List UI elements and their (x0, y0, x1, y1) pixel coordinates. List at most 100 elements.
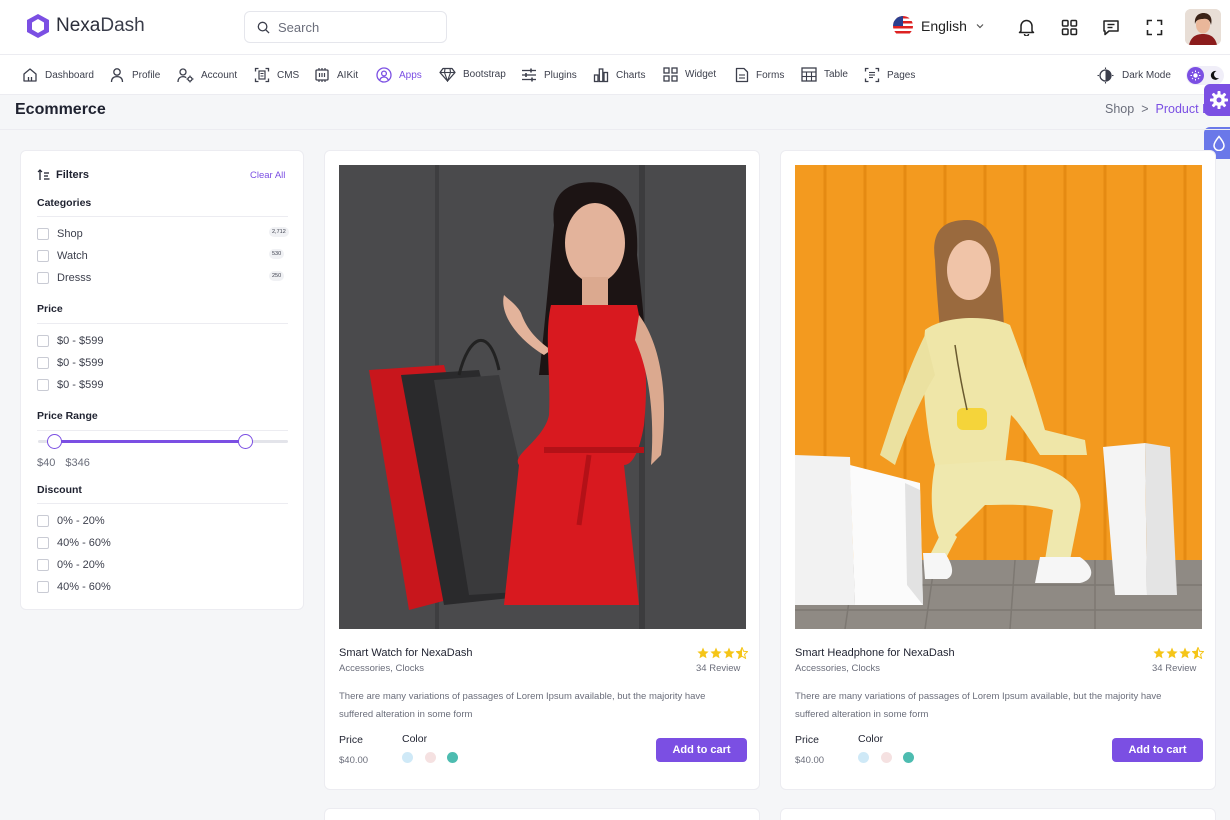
nav-forms[interactable]: Forms (735, 67, 784, 83)
discount-option[interactable]: 0% - 20% (37, 559, 105, 571)
discount-option[interactable]: 40% - 60% (37, 537, 111, 549)
product-image[interactable] (795, 165, 1202, 629)
category-option-shop[interactable]: Shop (37, 228, 83, 240)
price-range-heading: Price Range (37, 410, 98, 422)
bell-icon (1018, 19, 1034, 36)
price-option[interactable]: $0 - $599 (37, 335, 103, 347)
nav-dashboard[interactable]: Dashboard (22, 67, 94, 83)
checkbox[interactable] (37, 272, 49, 284)
range-max-value: $346 (65, 457, 90, 469)
moon-icon (1210, 70, 1219, 80)
checkbox[interactable] (37, 537, 49, 549)
checkbox[interactable] (37, 357, 49, 369)
nav-apps[interactable]: Apps (376, 67, 422, 83)
message-icon (1103, 19, 1119, 35)
price-range-max-handle[interactable] (238, 434, 253, 449)
price-option[interactable]: $0 - $599 (37, 357, 103, 369)
grid-icon (663, 67, 678, 82)
nav-cms[interactable]: CMS (254, 67, 299, 83)
grid-icon (1061, 19, 1077, 35)
checkbox[interactable] (37, 379, 49, 391)
breadcrumb-shop[interactable]: Shop (1105, 102, 1134, 116)
product-image[interactable] (339, 165, 746, 629)
nav-aikit[interactable]: AIKit (314, 67, 358, 83)
top-header: NexaDash English (0, 0, 1230, 55)
price-range-min-handle[interactable] (47, 434, 62, 449)
brand-name: NexaDash (56, 15, 145, 36)
user-avatar-image (1185, 9, 1221, 45)
clear-all-link[interactable]: Clear All (250, 170, 285, 181)
checkbox[interactable] (37, 581, 49, 593)
nav-profile[interactable]: Profile (109, 67, 160, 83)
user-avatar[interactable] (1185, 9, 1221, 45)
price-label: Price (795, 734, 819, 746)
product-category: Accessories, Clocks (795, 663, 880, 674)
nav-bootstrap[interactable]: Bootstrap (439, 67, 506, 82)
language-selector[interactable]: English (893, 16, 985, 36)
language-label: English (921, 18, 967, 34)
nav-label: Bootstrap (463, 69, 506, 80)
product-price: $40.00 (339, 755, 369, 766)
checkbox[interactable] (37, 228, 49, 240)
nav-charts[interactable]: Charts (593, 67, 645, 83)
nav-label: Account (201, 69, 238, 81)
category-option-watch[interactable]: Watch (37, 250, 88, 262)
divider (37, 503, 288, 504)
nav-account[interactable]: Account (177, 67, 237, 83)
nav-label: CMS (277, 69, 300, 81)
price-heading: Price (37, 303, 63, 315)
checkbox[interactable] (37, 559, 49, 571)
discount-option[interactable]: 0% - 20% (37, 515, 105, 527)
product-name[interactable]: Smart Headphone for NexaDash (795, 647, 955, 659)
contrast-icon (1097, 67, 1114, 84)
color-swatch[interactable] (447, 752, 458, 763)
nav-table[interactable]: Table (801, 67, 848, 82)
review-count: 34 Review (1152, 663, 1197, 674)
fullscreen-icon (1146, 19, 1162, 35)
dark-mode-toggle[interactable] (1186, 66, 1224, 85)
review-count: 34 Review (696, 663, 741, 674)
color-swatch[interactable] (881, 752, 892, 763)
nav-plugins[interactable]: Plugins (521, 67, 577, 83)
nav-widget[interactable]: Widget (663, 67, 716, 82)
price-option[interactable]: $0 - $599 (37, 379, 103, 391)
product-description: There are many variations of passages of… (795, 691, 1162, 720)
sliders-icon (522, 68, 536, 82)
product-card-next-row (324, 808, 760, 820)
divider (37, 216, 288, 217)
add-to-cart-button[interactable]: Add to cart (656, 738, 747, 762)
table-icon (801, 67, 817, 82)
category-count: 530 (269, 249, 285, 259)
category-count: 250 (269, 271, 285, 281)
discount-option[interactable]: 40% - 60% (37, 581, 111, 593)
messages-button[interactable] (1101, 17, 1121, 37)
checkbox[interactable] (37, 515, 49, 527)
search-input[interactable] (278, 19, 428, 35)
nav-label: Apps (399, 69, 422, 81)
main-navigation: Dashboard Profile Account CMS AIKit Apps… (0, 55, 1230, 95)
checkbox[interactable] (37, 335, 49, 347)
color-swatch[interactable] (858, 752, 869, 763)
product-card: Smart Headphone for NexaDash Accessories… (780, 150, 1216, 790)
nav-pages[interactable]: Pages (864, 67, 915, 83)
price-range-fill (54, 440, 246, 443)
breadcrumb-current: Product D (1155, 102, 1212, 116)
checkbox[interactable] (37, 250, 49, 262)
star-icon (1166, 647, 1178, 659)
category-option-dresss[interactable]: Dresss (37, 272, 91, 284)
woman-red-dress-photo (339, 165, 746, 629)
notification-button[interactable] (1016, 17, 1036, 37)
search-box[interactable] (244, 11, 447, 43)
product-name[interactable]: Smart Watch for NexaDash (339, 647, 472, 659)
fullscreen-button[interactable] (1144, 17, 1164, 37)
color-swatch[interactable] (402, 752, 413, 763)
color-swatch[interactable] (903, 752, 914, 763)
color-swatch[interactable] (425, 752, 436, 763)
add-to-cart-button[interactable]: Add to cart (1112, 738, 1203, 762)
apps-button[interactable] (1059, 17, 1079, 37)
logo[interactable]: NexaDash (26, 13, 145, 39)
filters-heading: Filters (37, 169, 89, 181)
hexagon-logo-icon (27, 14, 49, 38)
pages-icon (864, 67, 880, 83)
color-label: Color (402, 733, 428, 745)
